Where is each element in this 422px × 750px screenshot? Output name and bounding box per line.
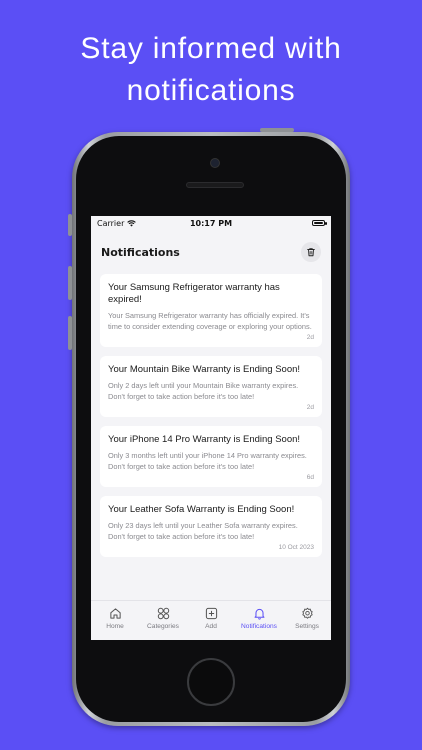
tab-notifications[interactable]: Notifications (236, 607, 282, 630)
front-camera (210, 158, 220, 168)
home-button[interactable] (187, 658, 235, 706)
notification-card[interactable]: Your Leather Sofa Warranty is Ending Soo… (100, 496, 322, 557)
clear-notifications-button[interactable] (301, 242, 321, 262)
trash-icon (307, 248, 315, 257)
notification-time: 2d (306, 334, 314, 341)
earpiece-speaker (186, 182, 244, 188)
notification-title: Your Leather Sofa Warranty is Ending Soo… (108, 504, 295, 515)
notification-body: Only 23 days left until your Leather Sof… (108, 521, 298, 541)
wifi-icon (127, 219, 137, 226)
power-button (260, 128, 294, 132)
battery-icon (312, 220, 327, 226)
tab-add[interactable]: Add (188, 607, 234, 630)
app-screen: Carrier 10:17 PM Notifications Your Sams… (91, 216, 331, 640)
tab-label: Settings (295, 623, 319, 630)
volume-up-button (68, 266, 72, 300)
notification-body: Only 3 months left until your iPhone 14 … (108, 451, 307, 471)
page-title: Notifications (101, 245, 180, 259)
notification-list: Your Samsung Refrigerator warranty has e… (100, 274, 322, 566)
bell-icon (254, 608, 264, 620)
notification-card[interactable]: Your iPhone 14 Pro Warranty is Ending So… (100, 426, 322, 487)
tab-label: Home (106, 623, 124, 630)
tab-label: Notifications (241, 623, 277, 630)
mute-switch (68, 214, 72, 236)
notification-time: 6d (306, 474, 314, 481)
volume-down-button (68, 316, 72, 350)
tab-settings[interactable]: Settings (284, 607, 330, 630)
promo-headline-line2: notifications (126, 74, 296, 107)
gear-icon (301, 607, 313, 619)
tab-label: Add (205, 623, 217, 630)
tab-categories[interactable]: Categories (140, 607, 186, 630)
notification-title: Your iPhone 14 Pro Warranty is Ending So… (108, 434, 301, 445)
grid-icon (157, 607, 169, 620)
promo-headline-line1: Stay informed with (80, 32, 342, 65)
notification-card[interactable]: Your Samsung Refrigerator warranty has e… (100, 274, 322, 347)
carrier-label: Carrier (97, 218, 125, 228)
notification-body: Your Samsung Refrigerator warranty has o… (108, 311, 312, 331)
status-time: 10:17 PM (189, 218, 233, 228)
notification-title: Your Samsung Refrigerator warranty has e… (108, 282, 280, 305)
tab-label: Categories (147, 623, 179, 630)
tab-bar: Home Categories Add Notifications Settin… (91, 600, 331, 640)
app-header: Notifications (91, 238, 331, 266)
notification-time: 2d (306, 404, 314, 411)
tab-home[interactable]: Home (92, 607, 138, 630)
notification-card[interactable]: Your Mountain Bike Warranty is Ending So… (100, 356, 322, 417)
home-icon (109, 608, 121, 619)
notification-body: Only 2 days left until your Mountain Bik… (108, 381, 299, 401)
notification-time: 10 Oct 2023 (278, 544, 314, 551)
plus-square-icon (205, 607, 217, 620)
notification-title: Your Mountain Bike Warranty is Ending So… (108, 364, 301, 375)
promo-headline: Stay informed with notifications (0, 28, 422, 112)
status-bar: Carrier 10:17 PM (91, 216, 331, 230)
